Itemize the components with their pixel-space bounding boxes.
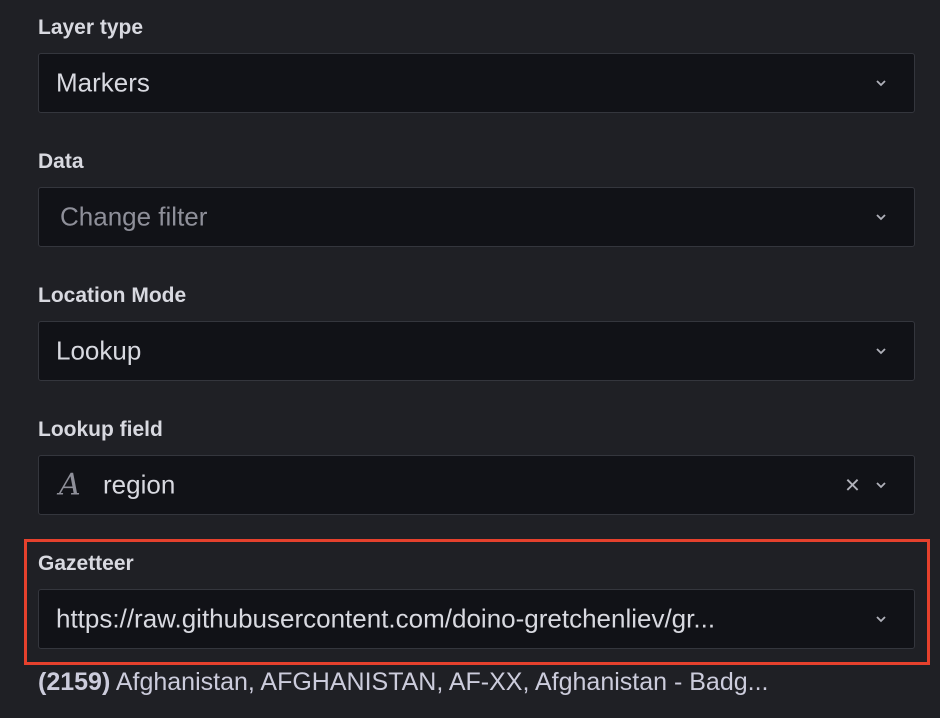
gazetteer-preview: (2159) Afghanistan, AFGHANISTAN, AF-XX, …	[38, 668, 768, 697]
lookup-field-select[interactable]: A region ×	[38, 455, 915, 515]
lookup-field-label: Lookup field	[38, 418, 163, 441]
gazetteer-count: (2159)	[38, 668, 111, 696]
location-mode-select[interactable]: Lookup	[38, 321, 915, 381]
layer-type-select[interactable]: Markers	[38, 53, 915, 113]
gazetteer-preview-text: Afghanistan, AFGHANISTAN, AF-XX, Afghani…	[115, 668, 769, 696]
location-mode-label: Location Mode	[38, 284, 187, 307]
chevron-down-icon	[874, 76, 888, 90]
layer-type-value: Markers	[56, 67, 150, 98]
chevron-down-icon	[874, 344, 888, 358]
data-label: Data	[38, 150, 84, 173]
location-mode-value: Lookup	[56, 335, 142, 366]
gazetteer-select[interactable]: https://raw.githubusercontent.com/doino-…	[38, 589, 915, 649]
lookup-field-value: region	[103, 469, 176, 500]
chevron-down-icon	[874, 210, 888, 224]
chevron-down-icon	[874, 612, 888, 626]
chevron-down-icon	[874, 478, 888, 492]
data-filter-select[interactable]: Change filter	[38, 187, 915, 247]
layer-type-label: Layer type	[38, 16, 144, 39]
data-filter-placeholder: Change filter	[60, 201, 208, 232]
gazetteer-label: Gazetteer	[38, 552, 134, 575]
string-type-icon: A	[59, 467, 81, 503]
gazetteer-value: https://raw.githubusercontent.com/doino-…	[56, 603, 716, 634]
clear-icon[interactable]: ×	[845, 470, 860, 501]
